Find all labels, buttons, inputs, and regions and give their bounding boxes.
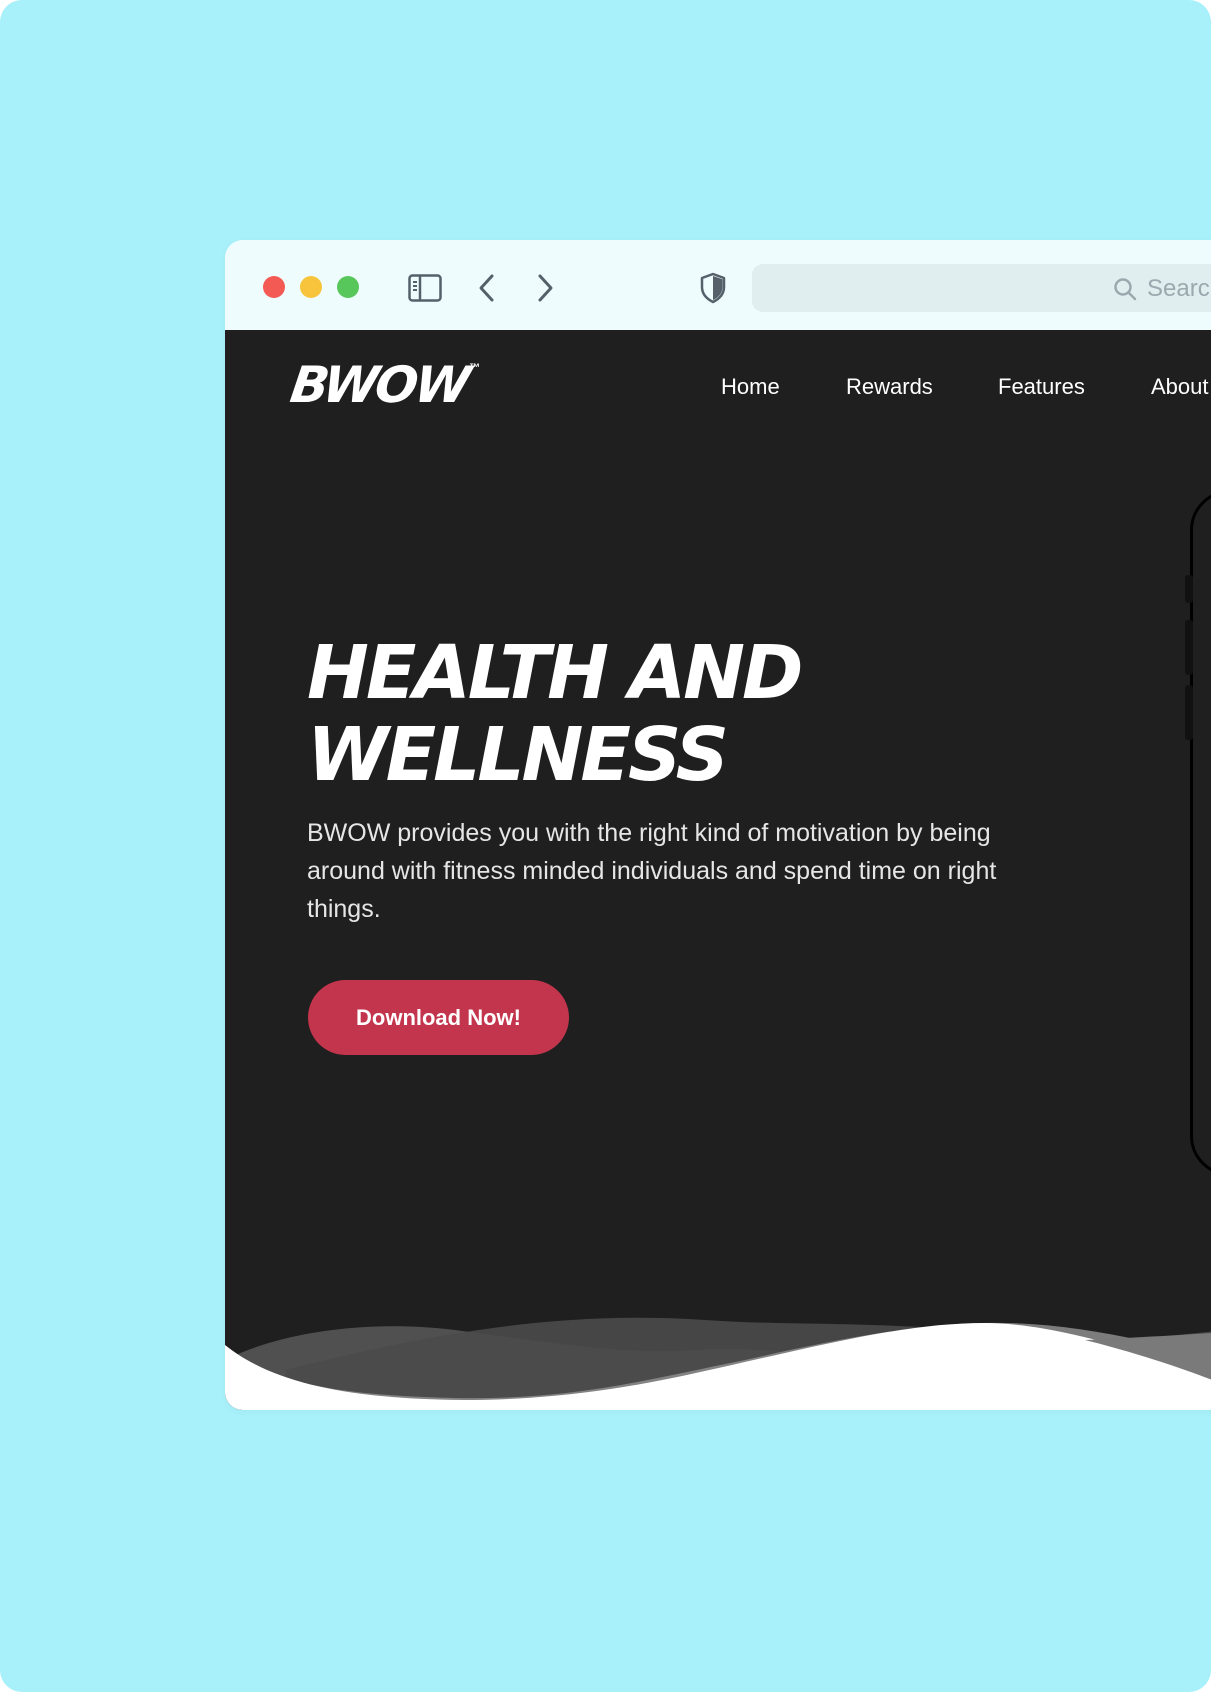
phone-side-button (1185, 575, 1193, 603)
sidebar-icon[interactable] (405, 268, 445, 308)
browser-toolbar: Search (225, 240, 1211, 330)
site-logo[interactable]: BWOW ™ (287, 356, 481, 414)
chevron-right-icon[interactable] (525, 268, 565, 308)
nav-home[interactable]: Home (721, 374, 780, 400)
browser-window: Search BWOW ™ Home Rewards Features Abou… (225, 240, 1211, 1410)
website-content: BWOW ™ Home Rewards Features About HEALT… (225, 330, 1211, 1410)
download-now-button[interactable]: Download Now! (308, 980, 569, 1055)
nav-about[interactable]: About (1151, 374, 1209, 400)
close-window-button[interactable] (263, 276, 285, 298)
phone-mockup (1190, 490, 1211, 1176)
logo-text: BWOW (286, 356, 472, 414)
hero-description: BWOW provides you with the right kind of… (307, 819, 997, 923)
hero-title: HEALTH AND WELLNESS (307, 630, 803, 798)
search-placeholder: Search (1147, 275, 1211, 302)
nav-features[interactable]: Features (998, 374, 1085, 400)
hero-title-line1: HEALTH AND (307, 630, 803, 716)
logo-trademark: ™ (469, 362, 481, 374)
background-canvas: Search BWOW ™ Home Rewards Features Abou… (0, 0, 1211, 1692)
wave-decoration (225, 1317, 1211, 1410)
phone-volume-up (1185, 620, 1193, 675)
chevron-left-icon[interactable] (467, 268, 507, 308)
maximize-window-button[interactable] (337, 276, 359, 298)
nav-rewards[interactable]: Rewards (846, 374, 933, 400)
phone-volume-down (1185, 685, 1193, 740)
minimize-window-button[interactable] (300, 276, 322, 298)
search-icon (1114, 278, 1137, 301)
address-search[interactable]: Search (1113, 275, 1211, 303)
shield-icon[interactable] (693, 268, 733, 308)
hero-title-line2: WELLNESS (307, 712, 729, 798)
